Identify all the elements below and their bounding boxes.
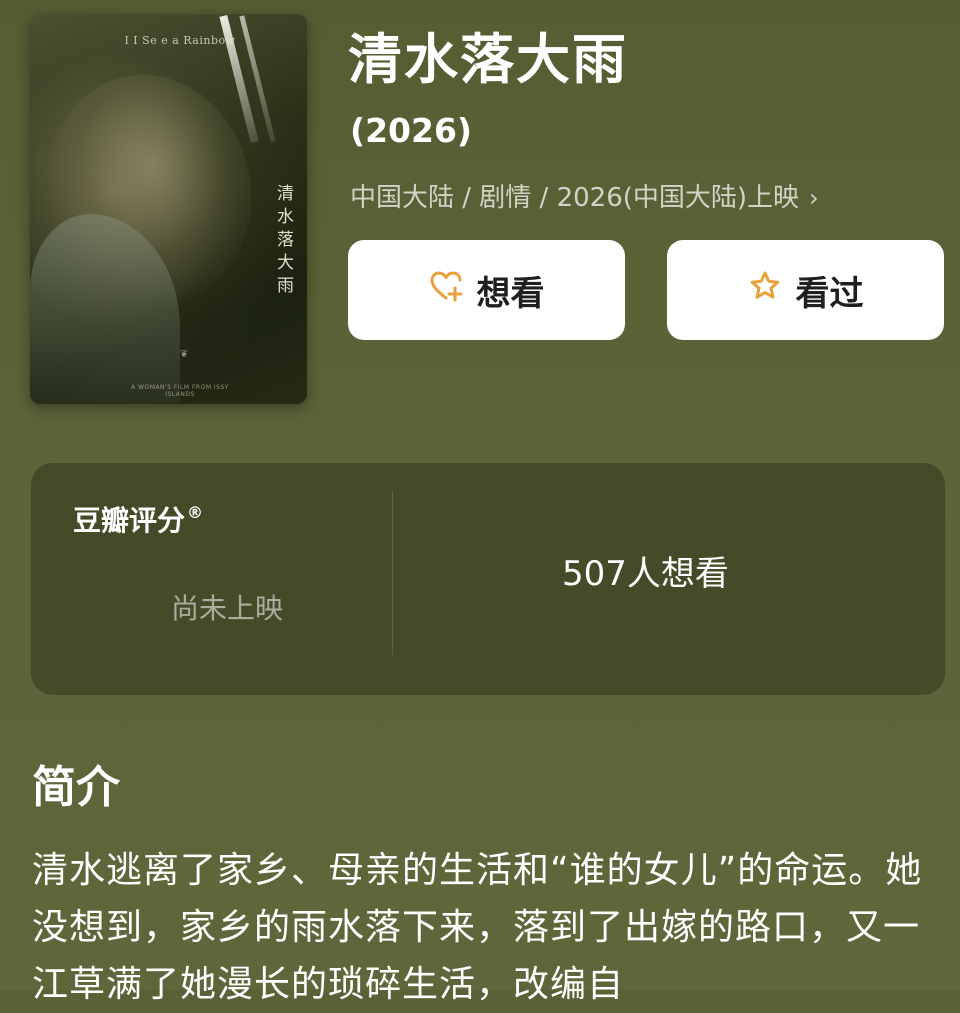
- want-count: 507人想看: [562, 554, 729, 594]
- intro-heading: 简介: [32, 762, 120, 813]
- want-to-watch-label: 想看: [476, 273, 545, 314]
- chevron-right-icon: ›: [809, 184, 819, 212]
- poster-credits: A WOMAN'S FILM FROM ISSY ISLANDS: [131, 384, 229, 398]
- card-divider: [392, 491, 393, 655]
- star-icon: [748, 269, 796, 312]
- want-to-watch-button[interactable]: 想看: [348, 240, 625, 340]
- rating-card[interactable]: 豆瓣评分 ® 尚未上映 507人想看: [31, 463, 945, 695]
- watched-label: 看过: [795, 273, 864, 314]
- movie-title: 清水落大雨: [348, 28, 628, 91]
- movie-year: (2026): [350, 111, 473, 150]
- poster-vertical-title: 清水落大雨: [273, 184, 293, 299]
- heart-plus-icon: [429, 269, 477, 312]
- watched-button[interactable]: 看过: [667, 240, 944, 340]
- cannes-laurel-icon: ❦: [180, 349, 189, 360]
- intro-text[interactable]: 清水逃离了家乡、母亲的生活和“谁的女儿”的命运。她没想到，家乡的雨水落下来，落到…: [32, 842, 932, 1013]
- douban-rating-label: 豆瓣评分 ®: [73, 503, 204, 537]
- rating-status: 尚未上映: [171, 592, 284, 625]
- movie-poster[interactable]: I I Se e a Rainbow 清水落大雨 ❦ A WOMAN'S FIL…: [30, 14, 307, 404]
- movie-meta-link[interactable]: 中国大陆 / 剧情 / 2026(中国大陆)上映 ›: [350, 178, 819, 218]
- poster-english-title: I I Se e a Rainbow: [124, 34, 236, 47]
- movie-meta-text: 中国大陆 / 剧情 / 2026(中国大陆)上映: [350, 183, 800, 213]
- movie-detail-page: I I Se e a Rainbow 清水落大雨 ❦ A WOMAN'S FIL…: [0, 0, 960, 1005]
- registered-mark: ®: [187, 503, 204, 522]
